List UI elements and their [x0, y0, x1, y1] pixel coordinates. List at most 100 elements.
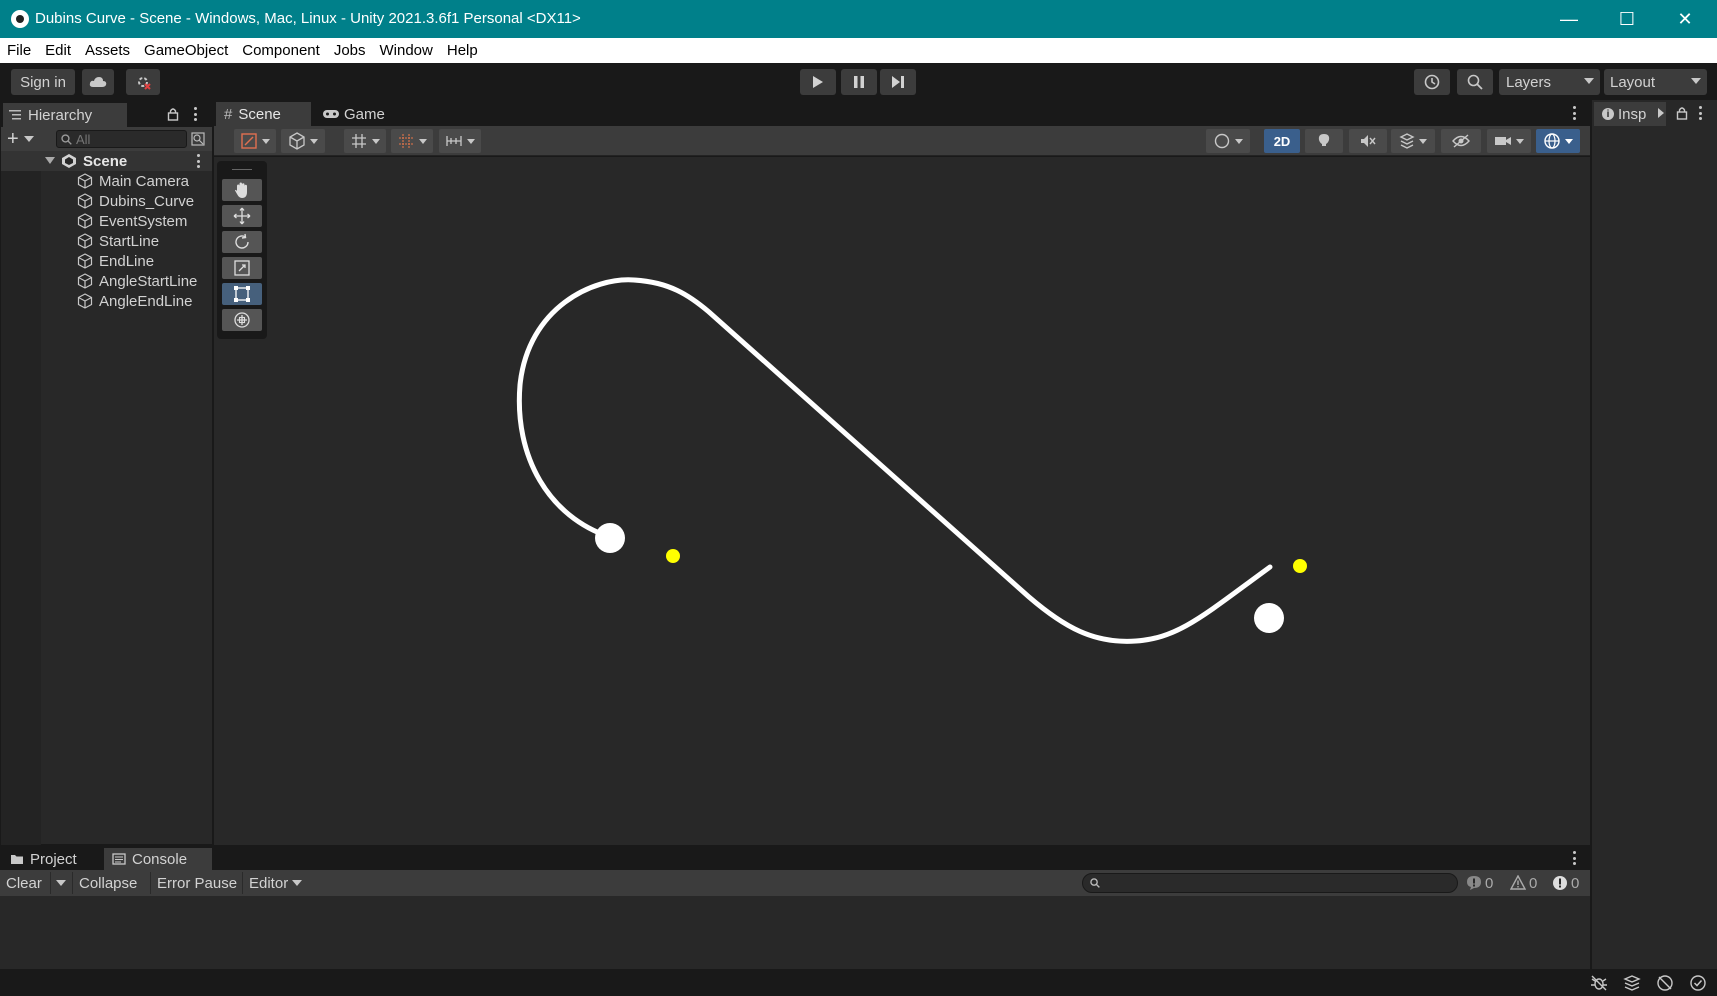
collab-button[interactable]: [126, 69, 160, 95]
menu-jobs[interactable]: Jobs: [327, 38, 373, 63]
hierarchy-scene-row[interactable]: Scene: [1, 151, 212, 171]
tab-project-label: Project: [30, 850, 77, 868]
increment-snap-dropdown[interactable]: [391, 129, 433, 153]
inspector-panel: i Insp: [1591, 100, 1717, 985]
lock-icon[interactable]: [167, 107, 179, 121]
hierarchy-item-label: EventSystem: [99, 212, 188, 230]
chevron-down-icon: [466, 138, 475, 144]
hierarchy-item[interactable]: EndLine: [1, 251, 212, 271]
add-button[interactable]: +: [7, 128, 43, 150]
chevron-down-icon: [261, 138, 270, 144]
shading-dropdown[interactable]: [1206, 129, 1250, 153]
console-tabbar: Project Console: [0, 846, 1590, 870]
chevron-down-icon: [371, 138, 380, 144]
status-check-icon[interactable]: [1688, 973, 1708, 993]
maximize-button[interactable]: ☐: [1598, 0, 1656, 38]
tab-hierarchy[interactable]: Hierarchy: [3, 103, 127, 127]
unity-scene-icon: [62, 154, 76, 168]
layout-dropdown[interactable]: Layout: [1604, 69, 1707, 95]
minimize-button[interactable]: —: [1540, 0, 1598, 38]
chevron-down-icon: [1516, 138, 1524, 144]
scene-toolbar: 2D: [214, 126, 1590, 156]
tab-scene[interactable]: # Scene: [216, 102, 311, 126]
undo-history-button[interactable]: [1414, 69, 1450, 95]
menu-file[interactable]: File: [0, 38, 38, 63]
grid-snap-dropdown[interactable]: [344, 129, 386, 153]
hierarchy-search[interactable]: [56, 130, 187, 148]
hierarchy-item[interactable]: Main Camera: [1, 171, 212, 191]
log-count-toggle[interactable]: 0: [1466, 872, 1493, 894]
hierarchy-search-input[interactable]: [76, 131, 176, 147]
dubins-curve-path[interactable]: [516, 277, 1273, 644]
lock-icon[interactable]: [1676, 106, 1688, 120]
collapse-button[interactable]: Collapse: [72, 872, 137, 894]
layers-dropdown[interactable]: Layers: [1499, 69, 1600, 95]
ruler-dropdown[interactable]: [439, 129, 481, 153]
end-angle-marker[interactable]: [1293, 559, 1307, 573]
scene-view: # Scene Game 2D: [214, 100, 1590, 845]
menu-component[interactable]: Component: [235, 38, 327, 63]
console-menu-icon[interactable]: [1572, 851, 1576, 865]
render-mode-dropdown[interactable]: [281, 129, 325, 153]
menu-window[interactable]: Window: [373, 38, 440, 63]
chevron-down-icon: [23, 136, 34, 142]
search-button[interactable]: [1457, 69, 1493, 95]
hierarchy-item[interactable]: AngleStartLine: [1, 271, 212, 291]
menu-help[interactable]: Help: [440, 38, 485, 63]
sign-in-button[interactable]: Sign in: [11, 69, 75, 95]
effects-dropdown[interactable]: [1391, 129, 1435, 153]
warning-count-toggle[interactable]: 0: [1510, 872, 1537, 894]
hierarchy-item[interactable]: EventSystem: [1, 211, 212, 231]
console-search-input[interactable]: [1082, 873, 1458, 893]
toggle-2d-button[interactable]: 2D: [1264, 129, 1300, 153]
tab-inspector[interactable]: i Insp: [1594, 102, 1666, 126]
clear-button[interactable]: Clear: [6, 872, 42, 894]
history-icon: [1424, 74, 1440, 90]
menu-edit[interactable]: Edit: [38, 38, 78, 63]
hierarchy-item[interactable]: StartLine: [1, 231, 212, 251]
expand-arrow-icon[interactable]: [45, 157, 55, 164]
pause-button[interactable]: [841, 69, 877, 95]
search-icon: [1090, 878, 1100, 888]
debug-mode-icon[interactable]: [1589, 973, 1609, 993]
error-pause-button[interactable]: Error Pause: [150, 872, 237, 894]
draw-mode-dropdown[interactable]: [234, 129, 276, 153]
gameobject-cube-icon: [77, 213, 93, 229]
scene-visibility-toggle[interactable]: [1441, 129, 1481, 153]
start-angle-marker[interactable]: [666, 549, 680, 563]
start-point[interactable]: [595, 523, 625, 553]
tab-console[interactable]: Console: [104, 848, 212, 870]
chevron-right-icon[interactable]: [1658, 108, 1664, 118]
layers-status-icon[interactable]: [1622, 973, 1642, 993]
camera-dropdown[interactable]: [1487, 129, 1531, 153]
list-icon: [9, 110, 21, 120]
scene-canvas[interactable]: [214, 157, 1590, 845]
chevron-down-icon: [292, 880, 303, 886]
gizmos-dropdown[interactable]: [1536, 129, 1580, 153]
menu-assets[interactable]: Assets: [78, 38, 137, 63]
hierarchy-item[interactable]: AngleEndLine: [1, 291, 212, 311]
scene-menu-icon[interactable]: [196, 154, 200, 168]
auto-generate-lighting-icon[interactable]: [1655, 973, 1675, 993]
tab-project[interactable]: Project: [2, 848, 100, 870]
clear-options-dropdown[interactable]: [50, 872, 70, 894]
close-button[interactable]: ✕: [1656, 0, 1714, 38]
inspector-menu-icon[interactable]: [1698, 106, 1702, 120]
error-count-toggle[interactable]: 0: [1552, 872, 1579, 894]
tab-game[interactable]: Game: [314, 102, 402, 126]
audio-toggle[interactable]: [1349, 129, 1387, 153]
menu-gameobject[interactable]: GameObject: [137, 38, 235, 63]
step-button[interactable]: [880, 69, 916, 95]
end-point[interactable]: [1254, 603, 1284, 633]
editor-dropdown[interactable]: Editor: [242, 872, 303, 894]
scene-view-menu-icon[interactable]: [1572, 106, 1576, 120]
search-options-icon[interactable]: [191, 132, 205, 146]
hierarchy-item-label: AngleStartLine: [99, 272, 198, 290]
hierarchy-item[interactable]: Dubins_Curve: [1, 191, 212, 211]
play-button[interactable]: [800, 69, 836, 95]
cloud-button[interactable]: [82, 69, 114, 95]
hierarchy-menu-icon[interactable]: [193, 107, 197, 121]
lighting-toggle[interactable]: [1305, 129, 1343, 153]
eye-hidden-icon: [1452, 134, 1470, 148]
menu-bar: File Edit Assets GameObject Component Jo…: [0, 38, 1717, 63]
